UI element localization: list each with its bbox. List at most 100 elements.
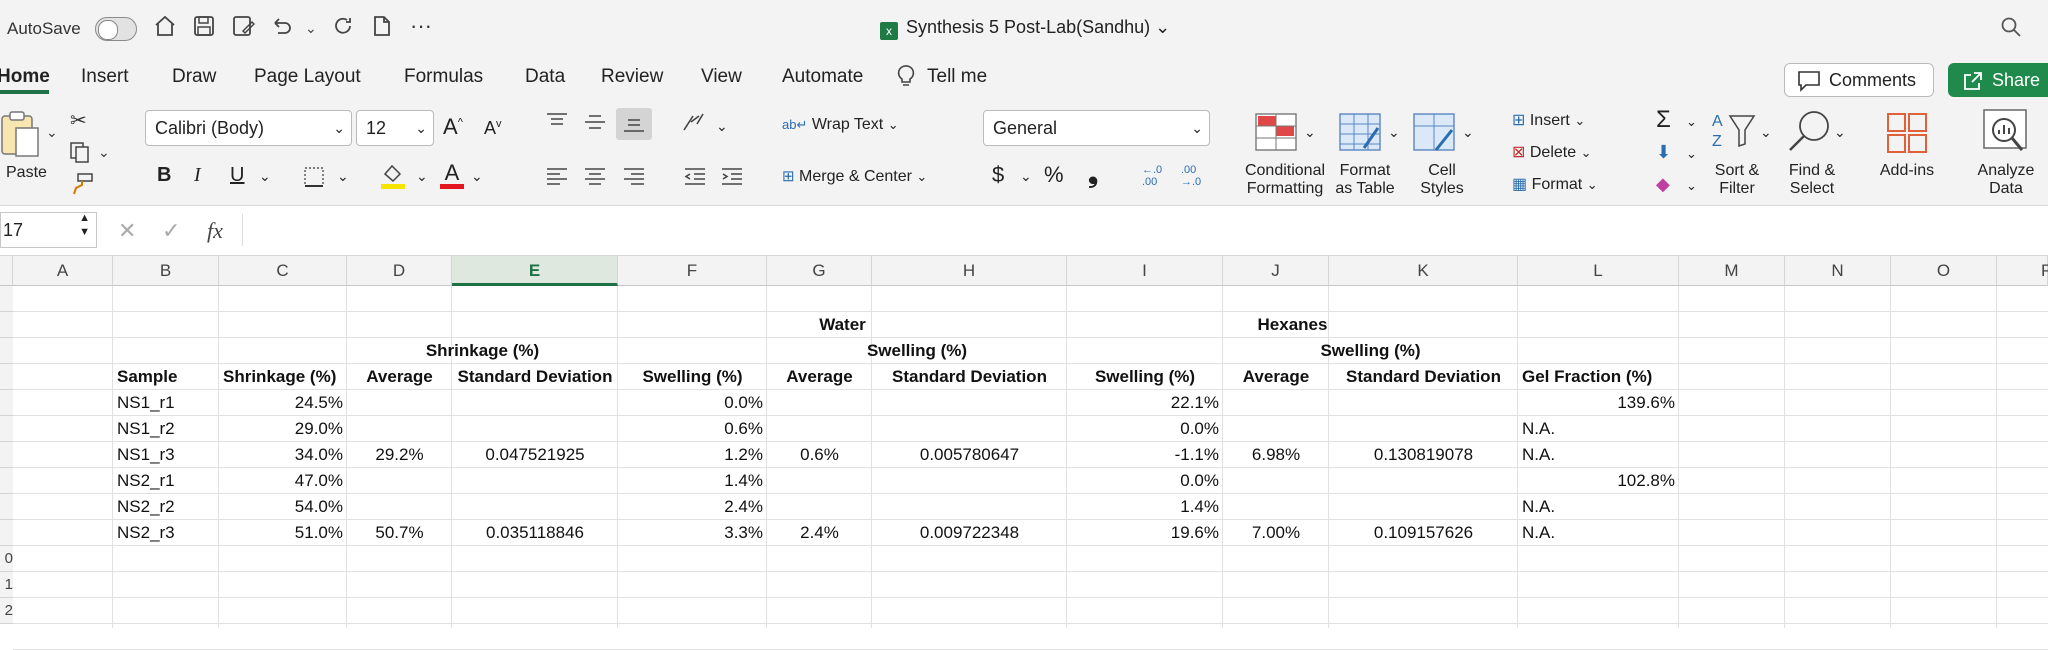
cell-sample[interactable]: NS1_r3 <box>113 442 219 468</box>
cell-shr-avg[interactable]: 50.7% <box>347 520 452 546</box>
cell-shrink[interactable]: 51.0% <box>219 520 347 546</box>
row-header[interactable]: 2 <box>0 598 13 624</box>
tab-view[interactable]: View <box>701 66 742 88</box>
cell-h-avg[interactable] <box>1223 416 1329 442</box>
cell-h-sd[interactable] <box>1329 416 1518 442</box>
underline-dropdown-icon[interactable]: ⌄ <box>259 168 271 185</box>
borders-dropdown-icon[interactable]: ⌄ <box>337 168 349 185</box>
cell-h-avg[interactable]: 6.98% <box>1223 442 1329 468</box>
cut-icon[interactable]: ✂ <box>70 108 87 133</box>
conditional-formatting-button[interactable]: Conditional Formatting <box>1242 162 1328 198</box>
borders-icon[interactable] <box>303 166 325 194</box>
cell-sample[interactable]: NS1_r1 <box>113 390 219 416</box>
cell-h-swell[interactable]: 0.0% <box>1067 468 1223 494</box>
cell-w-swell[interactable]: 0.6% <box>618 416 767 442</box>
cell-gel[interactable]: N.A. <box>1518 494 1679 520</box>
cell-shr-sd[interactable] <box>452 416 618 442</box>
column-header-i[interactable]: I <box>1067 256 1223 286</box>
clear-icon[interactable]: ◆ <box>1656 174 1670 195</box>
column-header-e[interactable]: E <box>452 256 618 286</box>
column-header-m[interactable]: M <box>1679 256 1785 286</box>
increase-font-size-button[interactable]: A^ <box>443 114 463 140</box>
cell-shrink[interactable]: 54.0% <box>219 494 347 520</box>
copy-dropdown-icon[interactable]: ⌄ <box>98 144 110 161</box>
undo-icon[interactable] <box>270 14 294 44</box>
save-as-icon[interactable] <box>231 14 256 44</box>
cell-shr-avg[interactable] <box>347 468 452 494</box>
cell-h-avg[interactable] <box>1223 390 1329 416</box>
cell-h-avg[interactable] <box>1223 494 1329 520</box>
tell-me-search[interactable]: Tell me <box>927 66 987 88</box>
cell-shrink[interactable]: 47.0% <box>219 468 347 494</box>
column-header-a[interactable]: A <box>13 256 113 286</box>
row-header[interactable] <box>0 286 13 312</box>
cell-w-swell[interactable]: 2.4% <box>618 494 767 520</box>
column-header-j[interactable]: J <box>1223 256 1329 286</box>
sort-filter-button[interactable]: Sort & Filter <box>1706 162 1768 198</box>
column-header-h[interactable]: H <box>872 256 1067 286</box>
currency-button[interactable]: $ <box>992 162 1004 188</box>
format-as-table-icon[interactable] <box>1338 112 1382 158</box>
select-all-corner[interactable] <box>0 256 13 286</box>
cell-shr-sd[interactable] <box>452 390 618 416</box>
analyze-data-icon[interactable] <box>1982 108 2028 160</box>
find-select-icon[interactable] <box>1786 108 1832 160</box>
font-color-button[interactable]: A <box>440 160 464 189</box>
bold-button[interactable]: B <box>157 164 171 187</box>
comma-style-button[interactable]: ❟ <box>1088 158 1098 190</box>
cell-w-sd[interactable] <box>872 390 1067 416</box>
paste-icon[interactable] <box>0 110 42 164</box>
cell-shr-avg[interactable]: 29.2% <box>347 442 452 468</box>
format-as-table-dropdown-icon[interactable]: ⌄ <box>1388 124 1400 141</box>
wrap-text-button[interactable]: ab↵ Wrap Text ⌄ <box>782 116 899 134</box>
cell-w-avg[interactable] <box>767 494 872 520</box>
delete-cells-button[interactable]: ⊠ Delete ⌄ <box>1512 142 1591 162</box>
column-header-c[interactable]: C <box>219 256 347 286</box>
align-left-icon[interactable] <box>546 166 568 192</box>
cell-shr-avg[interactable] <box>347 416 452 442</box>
cell-w-sd[interactable]: 0.005780647 <box>872 442 1067 468</box>
cell-shr-sd[interactable]: 0.035118846 <box>452 520 618 546</box>
sort-filter-icon[interactable]: AZ <box>1710 108 1756 158</box>
fill-color-icon[interactable] <box>380 162 406 196</box>
add-ins-button[interactable]: Add-ins <box>1874 162 1940 180</box>
cell-styles-dropdown-icon[interactable]: ⌄ <box>1462 124 1474 141</box>
share-button[interactable]: Share <box>1948 63 2048 97</box>
cell-w-sd[interactable] <box>872 416 1067 442</box>
cell-shr-sd[interactable]: 0.047521925 <box>452 442 618 468</box>
row-header[interactable] <box>0 416 13 442</box>
cell-gel[interactable]: 139.6% <box>1518 390 1679 416</box>
cell-w-sd[interactable] <box>872 468 1067 494</box>
merge-center-button[interactable]: ⊞ Merge & Center ⌄ <box>782 167 927 186</box>
comments-button[interactable]: Comments <box>1784 63 1934 97</box>
tab-formulas[interactable]: Formulas <box>404 66 483 88</box>
cell-styles-icon[interactable] <box>1412 112 1456 158</box>
cell-w-avg[interactable] <box>767 468 872 494</box>
decrease-indent-icon[interactable] <box>684 166 706 192</box>
cell-sample[interactable]: NS2_r3 <box>113 520 219 546</box>
format-cells-button[interactable]: ▦ Format ⌄ <box>1512 174 1598 194</box>
cell-w-avg[interactable]: 0.6% <box>767 442 872 468</box>
fill-color-dropdown-icon[interactable]: ⌄ <box>416 168 428 185</box>
cell-w-swell[interactable]: 1.4% <box>618 468 767 494</box>
cell-w-avg[interactable] <box>767 416 872 442</box>
paste-dropdown-icon[interactable]: ⌄ <box>46 124 58 141</box>
cell-shr-avg[interactable] <box>347 390 452 416</box>
cell-h-avg[interactable]: 7.00% <box>1223 520 1329 546</box>
cell-w-swell[interactable]: 0.0% <box>618 390 767 416</box>
decrease-font-size-button[interactable]: Av <box>484 118 502 139</box>
column-header-d[interactable]: D <box>347 256 452 286</box>
align-right-icon[interactable] <box>623 166 645 192</box>
cell-w-sd[interactable] <box>872 494 1067 520</box>
row-header[interactable] <box>0 494 13 520</box>
analyze-data-button[interactable]: Analyze Data <box>1970 162 2042 198</box>
orientation-dropdown-icon[interactable]: ⌄ <box>716 118 728 135</box>
document-title[interactable]: x Synthesis 5 Post-Lab(Sandhu) ⌄ <box>880 17 1170 40</box>
find-select-button[interactable]: Find & Select <box>1780 162 1844 198</box>
cell-w-swell[interactable]: 3.3% <box>618 520 767 546</box>
cell-h-swell[interactable]: -1.1% <box>1067 442 1223 468</box>
format-as-table-button[interactable]: Format as Table <box>1334 162 1396 198</box>
tab-home[interactable]: Home <box>0 66 50 88</box>
tab-data[interactable]: Data <box>525 66 565 88</box>
cancel-icon[interactable]: ✕ <box>118 218 136 244</box>
